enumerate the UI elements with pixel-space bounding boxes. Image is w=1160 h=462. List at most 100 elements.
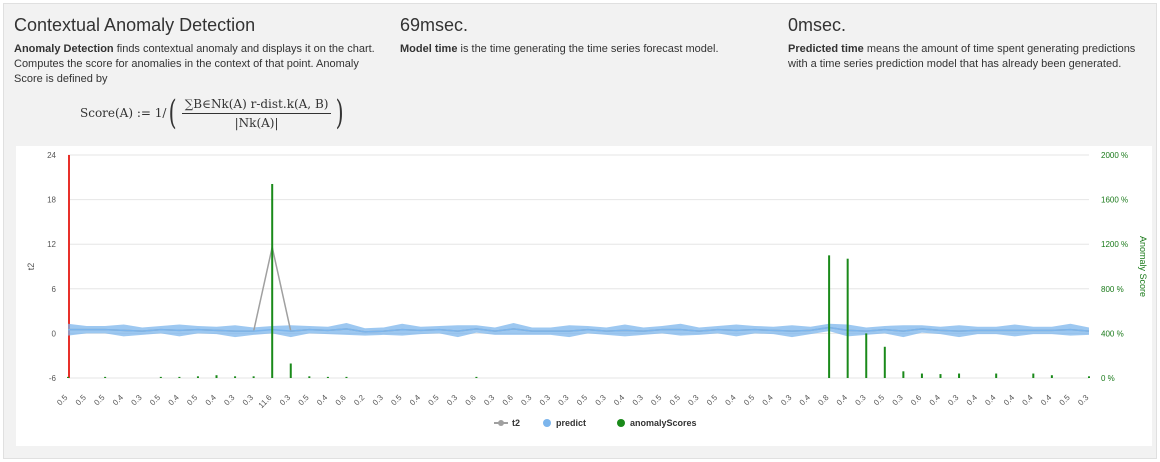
model-time-bold: Model time (400, 43, 458, 55)
x-tick-label: 0.5 (575, 393, 590, 408)
legend-label-t2[interactable]: t2 (512, 418, 520, 428)
formula-paren-right: ) (336, 93, 345, 133)
y2-tick-label: 2000 % (1101, 151, 1128, 160)
x-tick-label: 0.4 (761, 393, 776, 408)
x-tick-label: 0.5 (668, 393, 683, 408)
x-tick-label: 0.3 (222, 393, 237, 408)
anomaly-score-bar (159, 376, 162, 378)
y2-tick-label: 400 % (1101, 329, 1124, 338)
x-tick-label: 0.3 (946, 393, 961, 408)
anomaly-score-bar (215, 375, 218, 378)
y2-axis-title: Anomaly Score (1138, 236, 1148, 297)
x-tick-label: 0.5 (92, 393, 107, 408)
x-tick-label: 0.3 (519, 393, 534, 408)
anomaly-score-bar (846, 258, 849, 378)
y-tick-label: 18 (47, 196, 56, 205)
anomaly-score-bar (1088, 376, 1090, 378)
x-tick-label: 0.3 (1076, 393, 1091, 408)
y-tick-label: 12 (47, 240, 56, 249)
x-tick-label: 0.8 (816, 393, 831, 408)
anomaly-score-bar (939, 374, 942, 378)
x-tick-label: 0.3 (482, 393, 497, 408)
anomaly-score-bar (67, 376, 69, 378)
legend-marker-anomalyScores[interactable] (617, 419, 625, 427)
y2-tick-label: 1200 % (1101, 240, 1128, 249)
x-tick-label: 0.5 (742, 393, 757, 408)
x-tick-label: 0.3 (631, 393, 646, 408)
x-tick-label: 0.4 (204, 393, 219, 408)
x-tick-label: 0.5 (185, 393, 200, 408)
x-tick-label: 0.3 (891, 393, 906, 408)
anomaly-score-bar (865, 333, 868, 378)
x-tick-label: 0.3 (241, 393, 256, 408)
x-tick-label: 0.5 (389, 393, 404, 408)
x-tick-label: 0.6 (334, 393, 349, 408)
x-tick-label: 0.4 (965, 393, 980, 408)
y2-tick-label: 0 % (1101, 374, 1115, 383)
x-tick-label: 0.4 (983, 393, 998, 408)
x-tick-label: 0.5 (649, 393, 664, 408)
legend-marker-predict[interactable] (543, 419, 551, 427)
x-tick-label: 0.5 (55, 393, 70, 408)
anomaly-score-bar (271, 183, 274, 378)
x-tick-label: 0.3 (538, 393, 553, 408)
x-tick-label: 0.3 (686, 393, 701, 408)
description-bold: Anomaly Detection (14, 43, 114, 55)
x-tick-label: 0.6 (909, 393, 924, 408)
predicted-time-value: 0msec. (788, 15, 847, 35)
anomaly-score-bar (234, 376, 237, 378)
x-tick-label: 0.5 (297, 393, 312, 408)
x-tick-label: 0.3 (445, 393, 460, 408)
model-time-body: is the time generating the time series f… (457, 43, 719, 55)
x-tick-label: 0.4 (111, 393, 126, 408)
legend-label-anomalyScores[interactable]: anomalyScores (630, 418, 697, 428)
predicted-time-text: Predicted time means the amount of time … (788, 42, 1154, 72)
anomaly-score-bar (308, 376, 311, 378)
y-tick-label: 24 (47, 151, 56, 160)
anomaly-score-bar (326, 376, 329, 378)
anomaly-score-bar (289, 363, 292, 378)
x-tick-label: 0.4 (723, 393, 738, 408)
x-tick-label: 0.4 (928, 393, 943, 408)
x-tick-label: 0.4 (1002, 393, 1017, 408)
x-tick-label: 0.4 (167, 393, 182, 408)
anomaly-score-bar (1032, 373, 1035, 378)
formula-fraction: ∑B∈Nk(A) r-dist.k(A, B) |Nk(A)| (181, 97, 332, 130)
y2-tick-label: 1600 % (1101, 196, 1128, 205)
y-tick-label: -6 (49, 374, 57, 383)
anomaly-score-bar (196, 376, 199, 378)
x-tick-label: 0.5 (74, 393, 89, 408)
model-time-value: 69msec. (400, 15, 469, 35)
anomaly-score-bar (902, 371, 905, 378)
anomaly-score-bar (995, 373, 998, 378)
description-column: Contextual Anomaly Detection Anomaly Det… (14, 14, 384, 87)
legend-marker-t2[interactable] (498, 420, 504, 426)
anomaly-score-bar (883, 346, 886, 378)
anomaly-score-bar (178, 376, 181, 378)
anomaly-score-bar (345, 376, 348, 378)
x-tick-label: 0.3 (853, 393, 868, 408)
x-tick-label: 0.6 (501, 393, 516, 408)
x-tick-label: 0.3 (371, 393, 386, 408)
anomaly-score-bar (958, 373, 961, 378)
anomaly-score-bar (104, 376, 107, 378)
y2-tick-label: 800 % (1101, 285, 1124, 294)
anomaly-score-bar (252, 376, 255, 378)
legend-label-predict[interactable]: predict (556, 418, 586, 428)
model-time-column: 69msec. Model time is the time generatin… (400, 14, 770, 57)
formula-denominator: |Nk(A)| (234, 115, 279, 130)
predicted-time-column: 0msec. Predicted time means the amount o… (788, 14, 1154, 72)
x-tick-label: 0.3 (594, 393, 609, 408)
model-time-text: Model time is the time generating the ti… (400, 42, 770, 57)
x-tick-label: 0.5 (1058, 393, 1073, 408)
x-tick-label: 11.6 (257, 393, 274, 410)
x-tick-label: 0.4 (612, 393, 627, 408)
x-tick-label: 0.3 (278, 393, 293, 408)
x-tick-label: 0.4 (835, 393, 850, 408)
y-tick-label: 0 (52, 329, 57, 338)
formula-paren-left: ( (169, 93, 178, 133)
anomaly-chart: -6 0 6 12 18 24 0 % 400 % 800 % 1200 % 1600 % 2000 … (26, 151, 1148, 428)
x-tick-label: 0.3 (556, 393, 571, 408)
x-tick-label: 0.6 (464, 393, 479, 408)
anomaly-score-bar (1050, 375, 1053, 378)
